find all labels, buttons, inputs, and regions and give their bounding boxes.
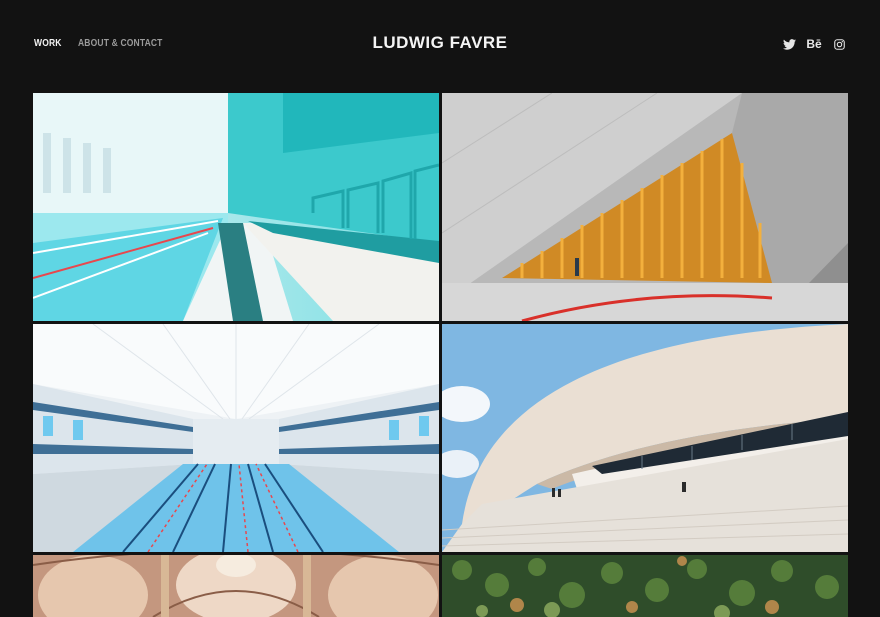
gallery-tile-pool-hall[interactable] [33,93,439,321]
dome-ceiling-image [33,555,439,617]
top-bar: WORK ABOUT & CONTACT LUDWIG FAVRE Bē [0,0,880,90]
indoor-pool-image [33,324,439,552]
instagram-icon[interactable] [832,37,846,51]
gallery-tile-curved-building[interactable] [442,324,848,552]
social-links: Bē [782,37,846,51]
gallery-tile-dome-ceiling[interactable] [33,555,439,617]
concrete-facade-image [442,93,848,321]
gallery-tile-concrete-facade[interactable] [442,93,848,321]
forest-aerial-image [442,555,848,617]
gallery-tile-forest-aerial[interactable] [442,555,848,617]
pool-hall-image [33,93,439,321]
gallery-tile-indoor-pool[interactable] [33,324,439,552]
site-title[interactable]: LUDWIG FAVRE [0,33,880,53]
behance-icon[interactable]: Bē [806,37,821,51]
curved-building-image [442,324,848,552]
twitter-icon[interactable] [782,37,796,51]
